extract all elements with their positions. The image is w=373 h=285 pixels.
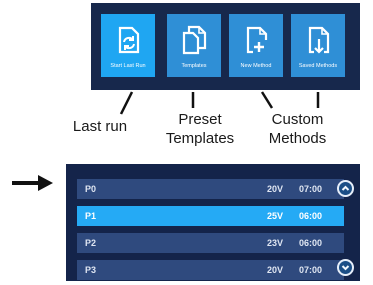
caption-custom-methods: Custom Methods [255,110,340,148]
method-name: P1 [85,211,97,221]
method-voltage: 20V [267,265,284,275]
caption-custom-line: Custom [271,111,324,128]
method-list-panel: P0 20V 07:00 P1 25V 06:00 P2 23V 06:00 P… [66,164,360,281]
method-name: P3 [85,265,97,275]
method-row-p1[interactable]: P1 25V 06:00 [77,206,344,226]
pointer-arrow-icon [12,175,53,191]
scroll-up-button[interactable] [337,180,354,197]
caption-preset-templates: Preset Templates [155,110,245,148]
caption-methods-line: Methods [268,130,327,147]
method-row-p2[interactable]: P2 23V 06:00 [77,233,344,253]
chevron-down-icon [341,265,350,271]
method-time: 07:00 [299,265,323,275]
caption-last-run: Last run [72,118,128,135]
method-name: P0 [85,184,97,194]
method-voltage: 20V [267,184,284,194]
scroll-down-button[interactable] [337,259,354,276]
callout-lines [119,91,320,115]
method-time: 06:00 [299,211,323,221]
caption-templates-line: Templates [165,130,235,147]
method-row-p0[interactable]: P0 20V 07:00 [77,179,344,199]
chevron-up-icon [341,185,350,191]
callout-line-last-run [119,91,134,115]
caption-preset-line: Preset [178,111,222,128]
method-time: 06:00 [299,238,323,248]
method-row-p3[interactable]: P3 20V 07:00 [77,260,344,280]
method-voltage: 25V [267,211,284,221]
method-time: 07:00 [299,184,323,194]
callout-line-new-method [260,91,274,109]
method-voltage: 23V [267,238,284,248]
method-name: P2 [85,238,97,248]
